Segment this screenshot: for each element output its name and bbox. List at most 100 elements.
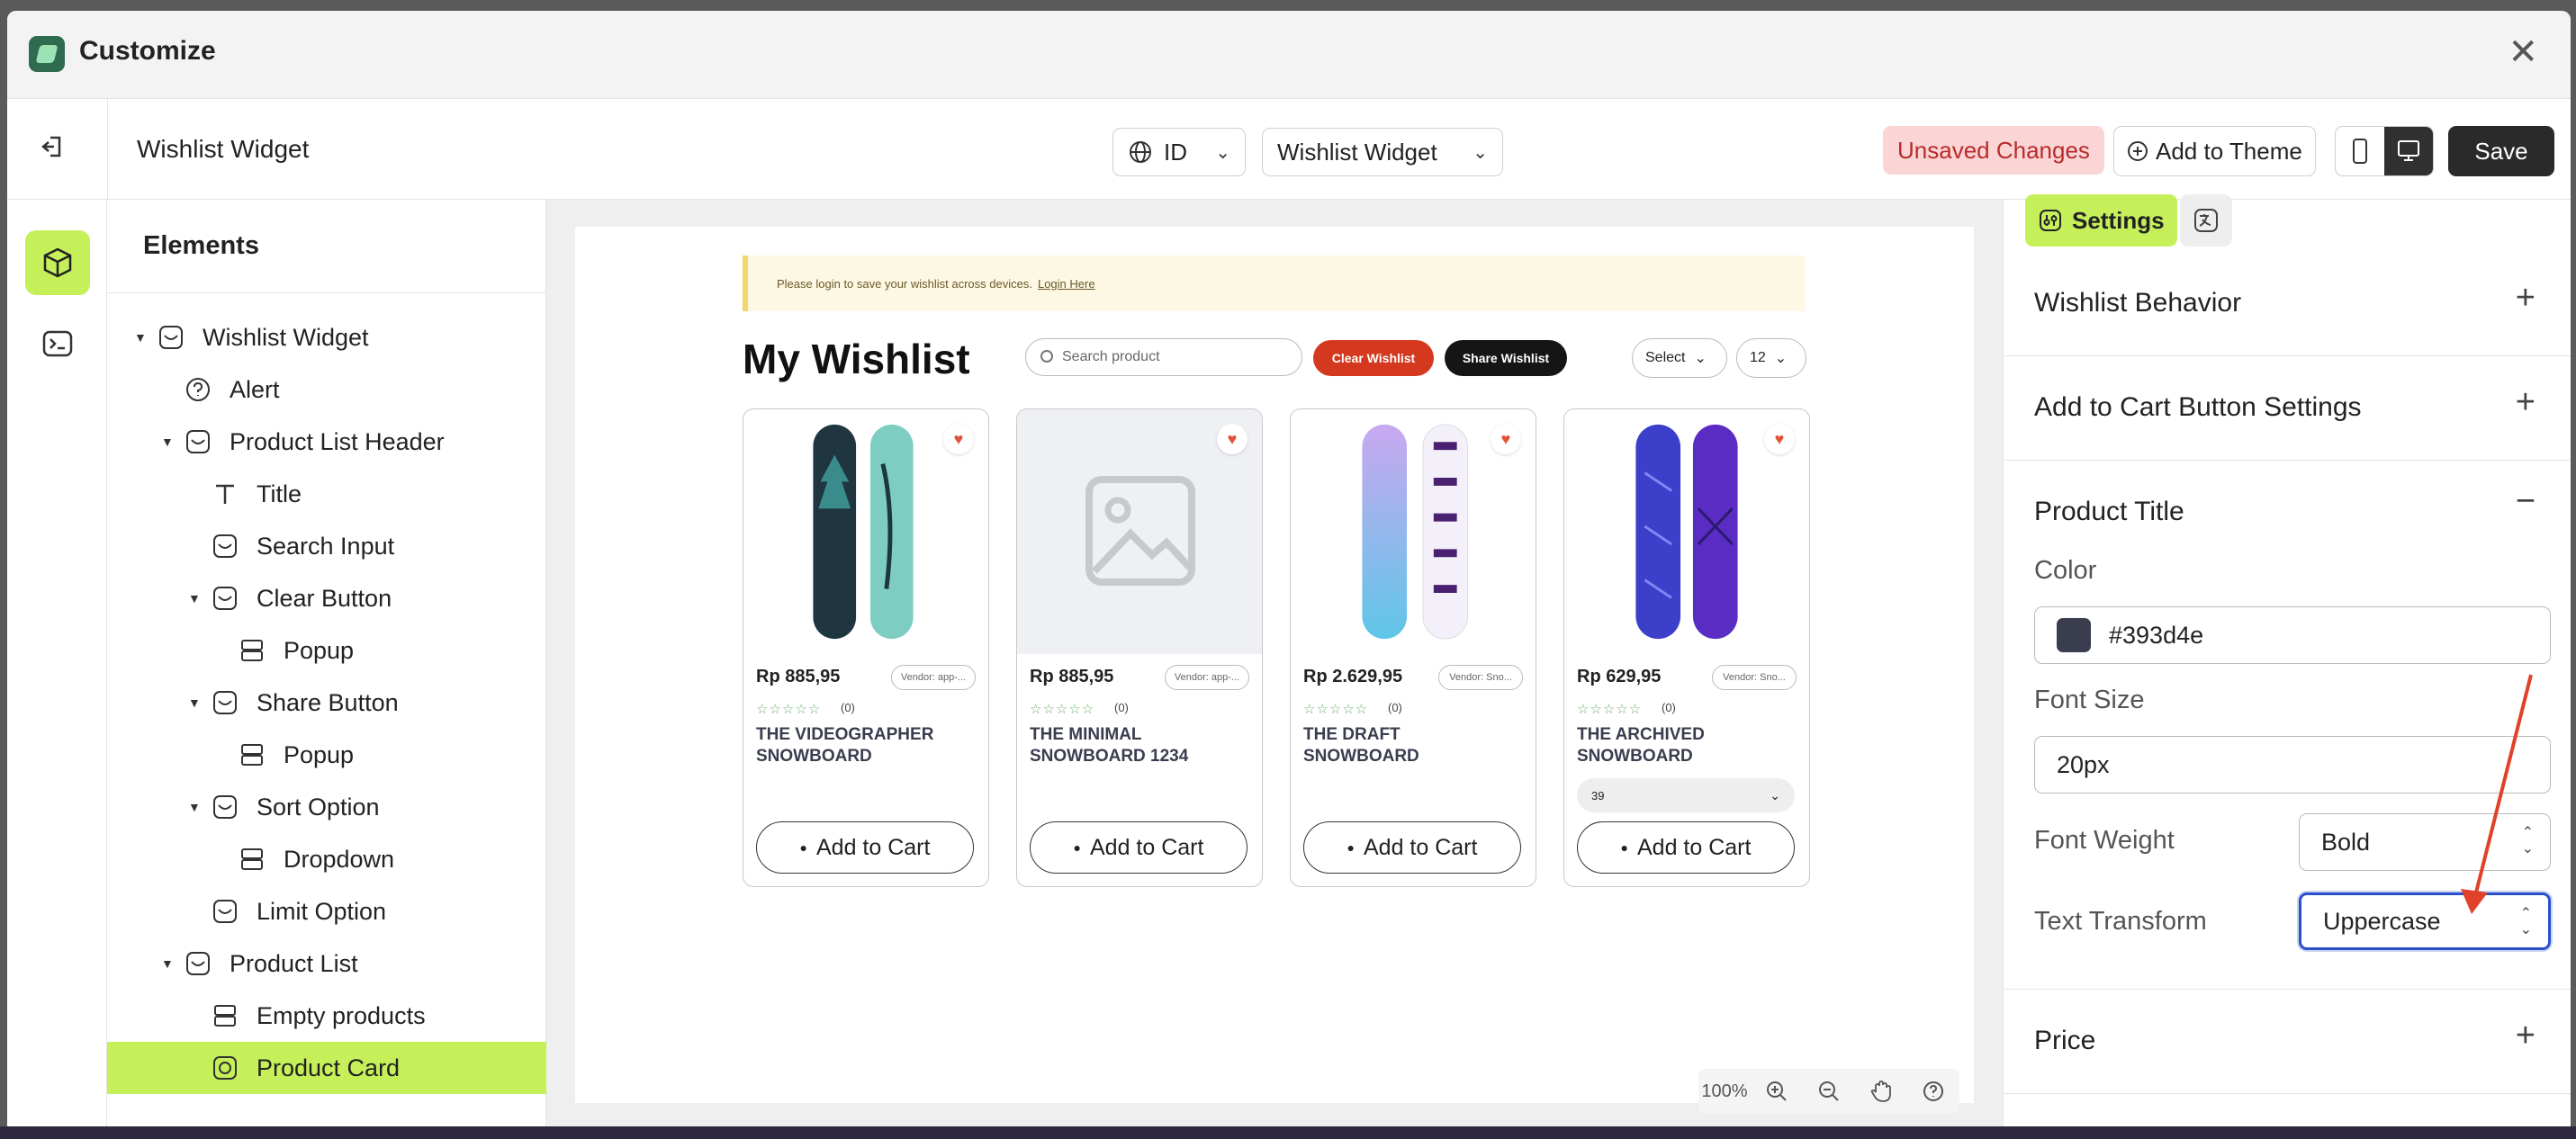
template-select[interactable]: Wishlist Widget ⌄ [1262, 128, 1503, 176]
plus-icon[interactable]: + [2516, 279, 2535, 318]
tree-item-popup[interactable]: Popup [107, 624, 546, 677]
language-select[interactable]: ID ⌄ [1112, 128, 1246, 176]
unsaved-changes-badge: Unsaved Changes [1883, 126, 2104, 175]
limit-select[interactable]: 12 ⌄ [1736, 338, 1806, 378]
variant-select[interactable]: 39 ⌄ [1577, 778, 1795, 812]
exit-icon[interactable] [40, 133, 67, 160]
product-title[interactable]: THE DRAFT SNOWBOARD [1303, 724, 1519, 767]
tree-item-wishlist-widget[interactable]: ▼ Wishlist Widget [107, 311, 546, 363]
preview-canvas: Please login to save your wishlist acros… [575, 227, 1974, 1114]
heart-icon[interactable]: ♥ [1217, 424, 1247, 454]
product-title[interactable]: THE MINIMAL SNOWBOARD 1234 [1030, 724, 1246, 767]
font-size-label: Font Size [2034, 686, 2145, 714]
mobile-view-button[interactable] [2336, 127, 2384, 175]
block-icon [213, 691, 237, 714]
caret-down-icon[interactable]: ▼ [134, 330, 149, 345]
question-circle-icon [186, 378, 210, 401]
zoom-out-icon[interactable] [1803, 1080, 1855, 1103]
product-search-input[interactable]: Search product [1025, 338, 1302, 376]
section-icon [186, 430, 210, 453]
tree-item-title[interactable]: Title [107, 468, 546, 520]
add-to-cart-label: Add to Cart [1364, 834, 1478, 860]
caret-down-icon[interactable]: ▼ [188, 695, 203, 710]
product-price: Rp 2.629,95 [1303, 667, 1403, 686]
tree-item-product-card[interactable]: Product Card [107, 1042, 546, 1094]
help-icon[interactable] [1907, 1080, 1959, 1103]
product-title[interactable]: THE ARCHIVED SNOWBOARD [1577, 724, 1793, 767]
tree-item-label: Title [257, 480, 302, 507]
translate-icon [2194, 209, 2218, 232]
caret-down-icon[interactable]: ▼ [188, 800, 203, 814]
add-to-cart-button[interactable]: ● Add to Cart [1303, 821, 1521, 874]
heart-icon[interactable]: ♥ [1491, 424, 1521, 454]
login-link[interactable]: Login Here [1038, 277, 1095, 291]
wishlist-behavior-section[interactable]: Wishlist Behavior + [2004, 252, 2571, 356]
product-card[interactable]: ♥ Rp 885,95 Vendor: app-... ☆☆☆☆☆ (0) TH… [743, 408, 989, 887]
tree-item-product-list[interactable]: ▼ Product List [107, 937, 546, 990]
tree-item-search-input[interactable]: Search Input [107, 520, 546, 572]
tree-item-limit-option[interactable]: Limit Option [107, 885, 546, 937]
desktop-view-button[interactable] [2384, 127, 2433, 175]
plus-icon[interactable]: + [2516, 1017, 2535, 1055]
tree-item-label: Product Card [257, 1054, 401, 1081]
add-to-cart-button[interactable]: ● Add to Cart [1577, 821, 1795, 874]
vendor-badge: Vendor: app-... [891, 665, 976, 690]
tree-item-product-list-header[interactable]: ▼ Product List Header [107, 416, 546, 468]
tree-item-clear-button[interactable]: ▼ Clear Button [107, 572, 546, 624]
tree-item-empty-products[interactable]: Empty products [107, 990, 546, 1042]
product-card[interactable]: ♥ Rp 2.629,95 Vendor: Sno... ☆☆☆☆☆ (0) T… [1290, 408, 1536, 887]
vendor-badge: Vendor: Sno... [1438, 665, 1523, 690]
top-toolbar: Wishlist Widget ID ⌄ Wishlist Widget ⌄ U… [7, 99, 2571, 200]
cart-dot-icon: ● [1347, 840, 1355, 855]
product-price: Rp 885,95 [1030, 667, 1114, 686]
add-to-cart-button[interactable]: ● Add to Cart [756, 821, 974, 874]
tree-item-popup[interactable]: Popup [107, 729, 546, 781]
chevron-down-icon: ⌄ [1694, 351, 1707, 366]
translate-tab[interactable] [2180, 194, 2232, 247]
product-card[interactable]: ♥ Rp 629,95 Vendor: Sno... ☆☆☆☆☆ (0) THE… [1563, 408, 1810, 887]
add-to-cart-settings-section[interactable]: Add to Cart Button Settings + [2004, 356, 2571, 461]
heart-icon[interactable]: ♥ [943, 424, 974, 454]
add-to-theme-button[interactable]: Add to Theme [2113, 126, 2316, 176]
product-card[interactable]: ♥ Rp 885,95 Vendor: app-... ☆☆☆☆☆ (0) TH… [1016, 408, 1263, 887]
minus-icon[interactable]: − [2516, 482, 2535, 521]
layout-rows-icon [214, 1005, 236, 1027]
price-section[interactable]: Price + [2004, 990, 2571, 1094]
code-tab-button[interactable] [25, 311, 90, 376]
caret-down-icon[interactable]: ▼ [161, 956, 176, 971]
mobile-icon [2353, 139, 2367, 164]
text-icon [216, 484, 234, 504]
elements-tab-button[interactable] [25, 230, 90, 295]
caret-down-icon[interactable]: ▼ [188, 591, 203, 605]
product-title[interactable]: THE VIDEOGRAPHER SNOWBOARD [756, 724, 972, 767]
section-title: Wishlist Behavior [2034, 288, 2242, 318]
clear-wishlist-button[interactable]: Clear Wishlist [1313, 340, 1434, 376]
tree-item-sort-option[interactable]: ▼ Sort Option [107, 781, 546, 833]
zoom-in-icon[interactable] [1751, 1080, 1803, 1103]
tree-item-dropdown[interactable]: Dropdown [107, 833, 546, 885]
font-weight-label: Font Weight [2034, 826, 2175, 855]
hand-pan-icon[interactable] [1855, 1080, 1907, 1103]
block-icon [213, 587, 237, 610]
tree-item-label: Dropdown [284, 845, 395, 873]
sort-select[interactable]: Select ⌄ [1632, 338, 1727, 378]
review-count: (0) [1662, 701, 1676, 714]
heart-icon[interactable]: ♥ [1764, 424, 1795, 454]
share-wishlist-button[interactable]: Share Wishlist [1445, 340, 1567, 376]
color-swatch[interactable] [2057, 618, 2091, 652]
search-icon [1040, 350, 1053, 363]
caret-down-icon[interactable]: ▼ [161, 435, 176, 449]
color-field[interactable]: #393d4e [2034, 606, 2551, 664]
block-icon [213, 534, 237, 558]
login-alert: Please login to save your wishlist acros… [743, 256, 1805, 311]
plus-icon[interactable]: + [2516, 383, 2535, 422]
cube-icon [43, 247, 72, 278]
tree-item-share-button[interactable]: ▼ Share Button [107, 677, 546, 729]
section-icon [159, 326, 183, 349]
tree-item-alert[interactable]: Alert [107, 363, 546, 416]
settings-tab[interactable]: Settings [2025, 194, 2177, 247]
window-title: Customize [79, 36, 216, 66]
close-icon[interactable]: ✕ [2508, 34, 2538, 70]
add-to-cart-button[interactable]: ● Add to Cart [1030, 821, 1247, 874]
save-button[interactable]: Save [2448, 126, 2554, 176]
